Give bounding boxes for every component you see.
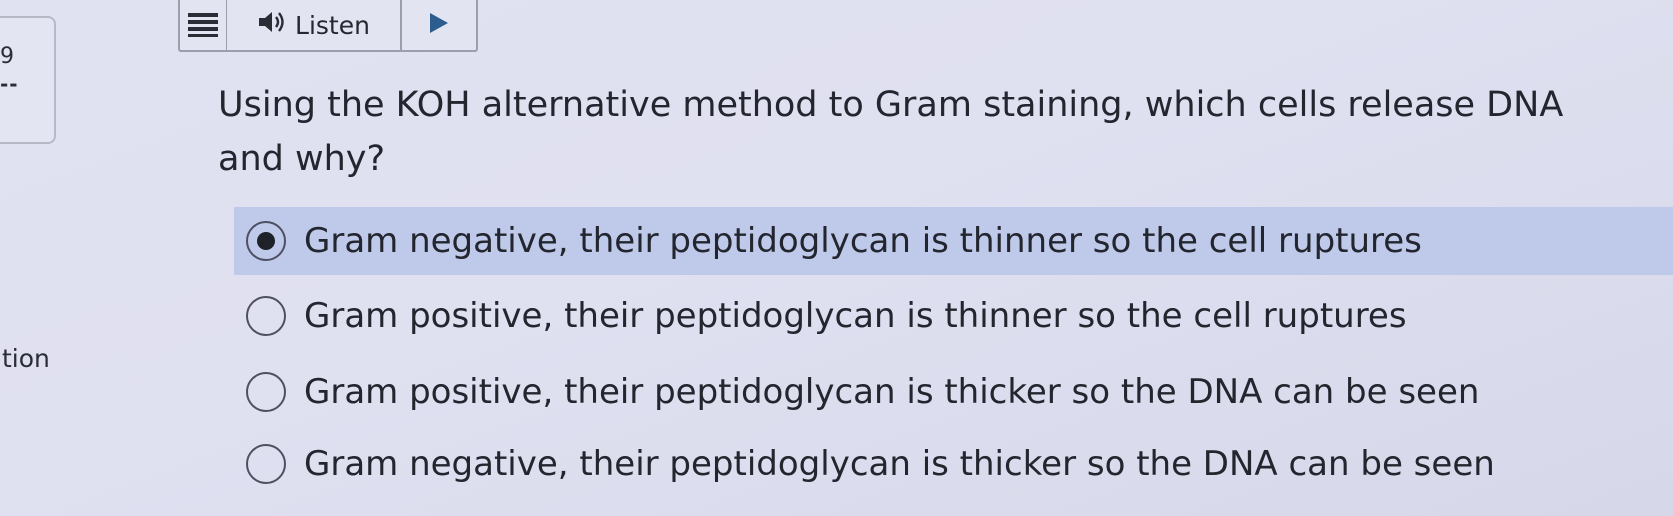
answer-option-2[interactable]: Gram positive, their peptidoglycan is th… — [234, 282, 1407, 350]
play-icon — [428, 11, 450, 39]
radio-button[interactable] — [246, 372, 286, 412]
radio-button[interactable] — [246, 444, 286, 484]
radio-button[interactable] — [246, 296, 286, 336]
answer-option-label: Gram negative, their peptidoglycan is th… — [304, 221, 1422, 261]
question-number: 9 — [0, 44, 14, 69]
radio-selected-dot — [257, 232, 275, 250]
play-button[interactable] — [402, 0, 476, 50]
listen-button[interactable]: Listen — [227, 0, 402, 50]
question-text: Using the KOH alternative method to Gram… — [218, 85, 1564, 179]
radio-button-selected[interactable] — [246, 221, 286, 261]
answer-option-label: Gram positive, their peptidoglycan is th… — [304, 372, 1480, 412]
answer-option-3[interactable]: Gram positive, their peptidoglycan is th… — [234, 358, 1479, 426]
answer-option-label: Gram negative, their peptidoglycan is th… — [304, 444, 1495, 484]
question-status: -- — [0, 72, 19, 96]
hamburger-menu-icon — [188, 12, 218, 38]
sidebar-partial-label: tion — [2, 344, 50, 373]
menu-button[interactable] — [180, 0, 227, 50]
speaker-icon — [257, 9, 287, 41]
answer-option-1[interactable]: Gram negative, their peptidoglycan is th… — [234, 207, 1673, 275]
answer-option-label: Gram positive, their peptidoglycan is th… — [304, 296, 1407, 336]
listen-toolbar: Listen — [178, 0, 478, 52]
answer-option-4[interactable]: Gram negative, their peptidoglycan is th… — [234, 430, 1495, 498]
listen-label: Listen — [295, 10, 370, 40]
